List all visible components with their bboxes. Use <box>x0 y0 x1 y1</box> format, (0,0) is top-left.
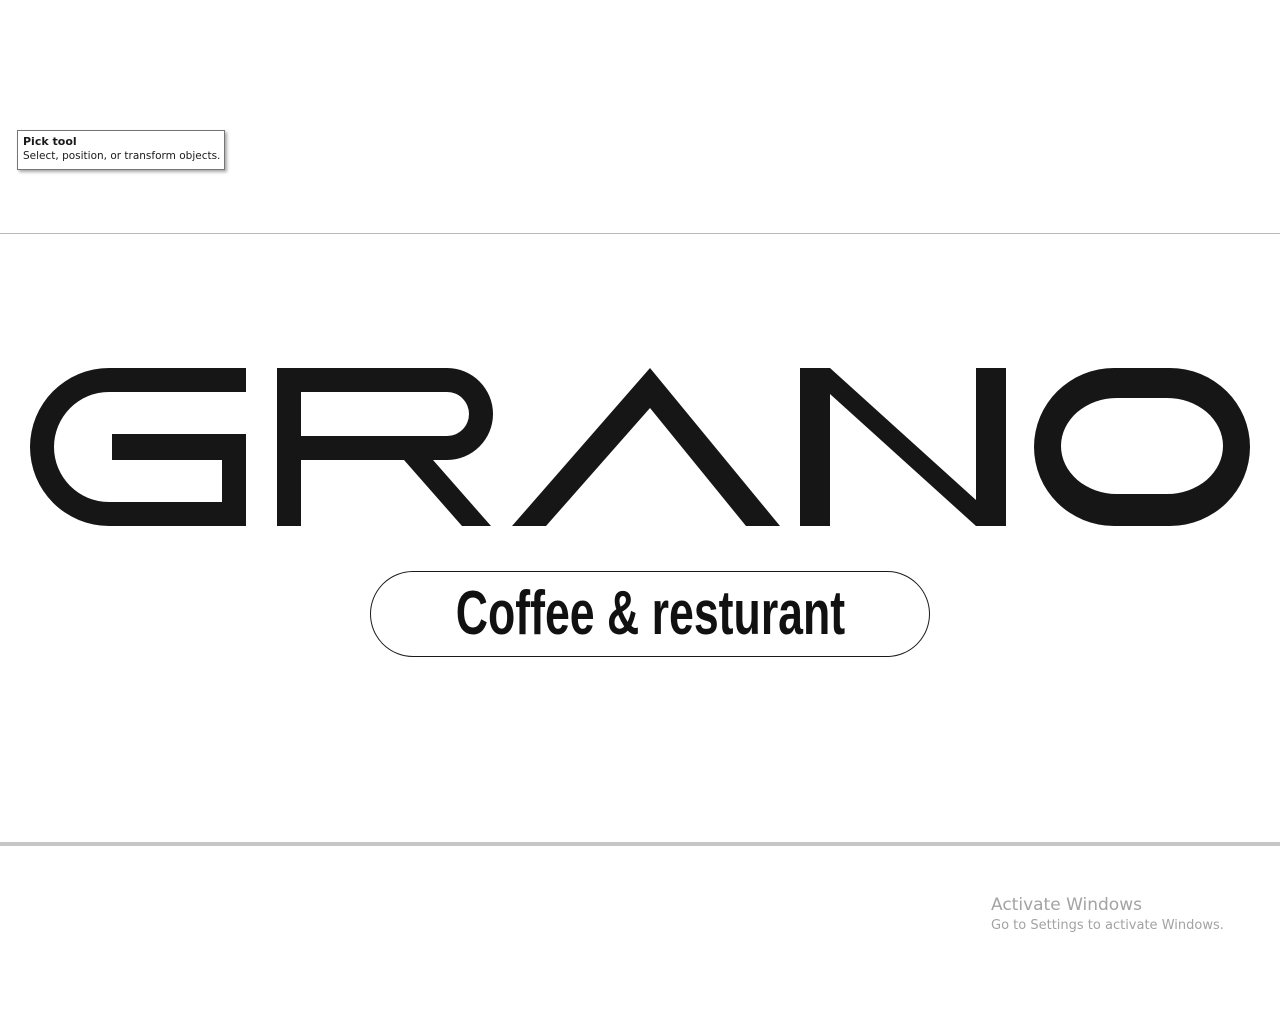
logo-letter-o <box>1034 368 1250 526</box>
tagline-badge[interactable]: Coffee & resturant <box>370 571 930 657</box>
logo-letter-g <box>30 368 246 526</box>
activate-windows-watermark: Activate Windows Go to Settings to activ… <box>991 894 1224 936</box>
logo-letter-r <box>277 368 493 526</box>
drawing-canvas[interactable]: Pick tool Select, position, or transform… <box>0 0 1280 1024</box>
tagline-text: Coffee & resturant <box>455 579 845 648</box>
activate-windows-subtitle: Go to Settings to activate Windows. <box>991 918 1224 933</box>
activate-windows-title: Activate Windows <box>991 895 1142 915</box>
logo-letter-a <box>512 368 780 526</box>
grano-wordmark-logo[interactable] <box>0 0 1280 1024</box>
logo-letter-n <box>800 368 1006 526</box>
